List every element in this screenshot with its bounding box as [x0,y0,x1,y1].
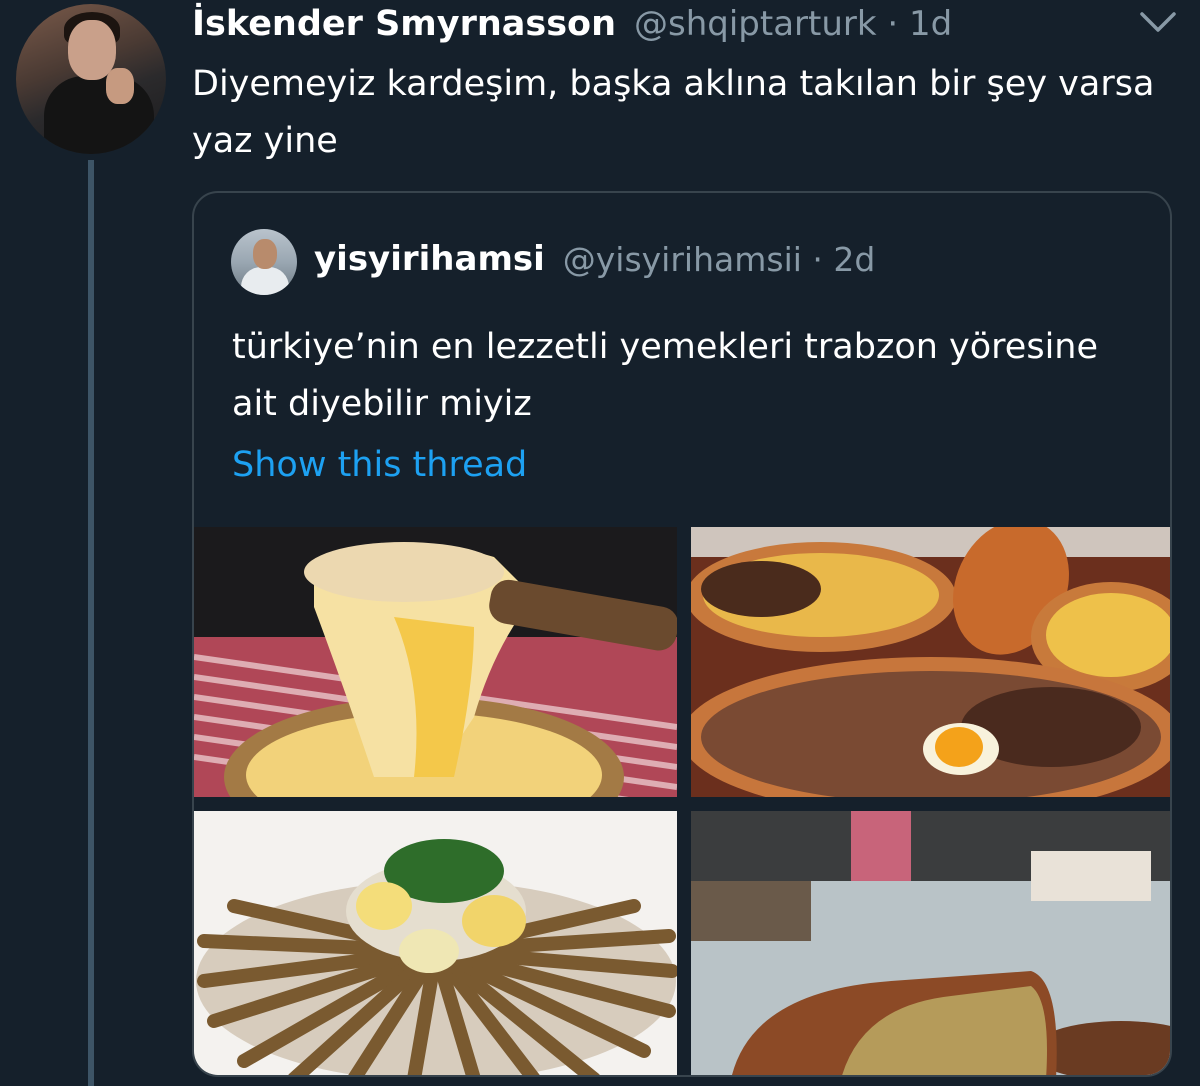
quoted-tweet-card[interactable]: yisyirihamsi @yisyirihamsii · 2d türkiye… [192,191,1172,1077]
author-name[interactable]: İskender Smyrnasson [192,4,616,44]
thread-connector-line [88,160,94,1086]
author-avatar[interactable] [16,4,166,154]
media-grid [194,527,1172,1077]
media-image-pide[interactable] [691,527,1172,797]
media-image-hamsi[interactable] [194,811,677,1077]
quoted-author-avatar[interactable] [231,229,297,295]
quoted-author-handle-timestamp[interactable]: @yisyirihamsii · 2d [563,240,876,279]
show-thread-link[interactable]: Show this thread [232,445,527,485]
quoted-tweet-header: yisyirihamsi @yisyirihamsii · 2d [314,239,875,279]
chevron-down-icon[interactable] [1136,8,1180,36]
media-image-kuymak[interactable] [194,527,677,797]
tweet-header: İskender Smyrnasson @shqiptarturk · 1d [192,0,952,48]
tweet-text: Diyemeyiz kardeşim, başka aklına takılan… [192,64,1155,161]
author-handle-timestamp[interactable]: @shqiptarturk · 1d [634,4,952,44]
quoted-author-name[interactable]: yisyirihamsi [314,239,545,279]
media-image-cornbread[interactable] [691,811,1172,1077]
quoted-tweet-text: türkiye’nin en lezzetli yemekleri trabzo… [232,327,1099,424]
